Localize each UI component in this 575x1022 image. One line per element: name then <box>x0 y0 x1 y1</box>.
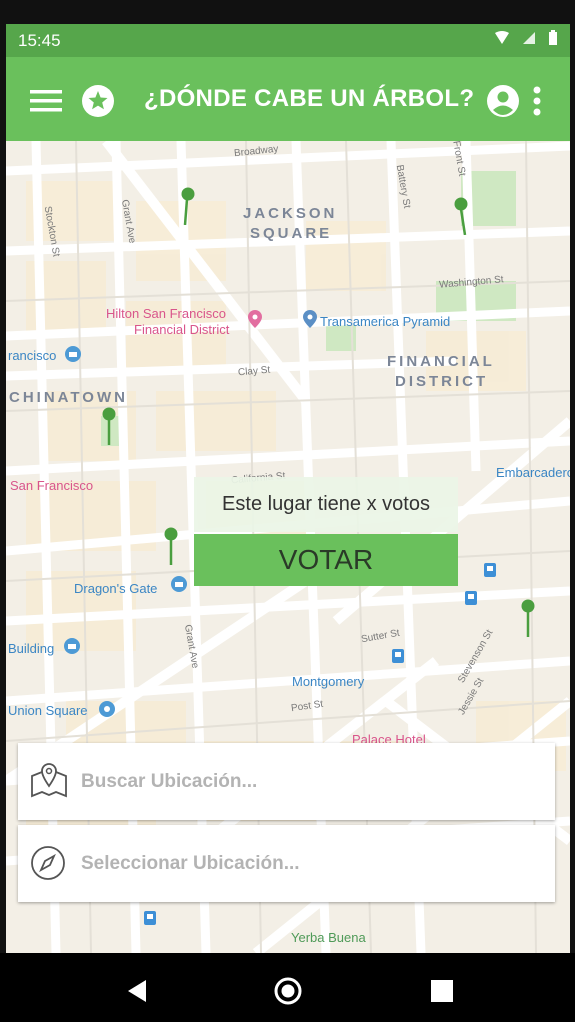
back-icon[interactable] <box>126 979 148 1003</box>
tree-pin-icon[interactable] <box>102 407 116 445</box>
tree-pin-icon[interactable] <box>164 527 178 565</box>
system-nav-bar <box>0 953 575 1022</box>
account-icon[interactable] <box>487 85 519 117</box>
location-marker-icon <box>303 310 317 328</box>
search-location-field[interactable]: Buscar Ubicación... <box>18 743 555 820</box>
attraction-icon <box>171 576 187 592</box>
search-input[interactable]: Buscar Ubicación... <box>81 771 257 793</box>
poi-label: Yerba Buena <box>291 930 366 945</box>
status-time: 15:45 <box>18 31 61 50</box>
select-location-field[interactable]: Seleccionar Ubicación... <box>18 825 555 902</box>
tree-pin-icon[interactable] <box>521 599 535 637</box>
battery-icon <box>549 30 557 45</box>
status-icons <box>494 30 558 46</box>
poi-label: Embarcadero <box>496 465 570 480</box>
app-title: ¿DÓNDE CABE UN ÁRBOL? <box>144 85 475 112</box>
area-label: CHINATOWN <box>9 389 128 406</box>
map-pin-icon <box>31 763 67 798</box>
recents-icon[interactable] <box>431 980 453 1002</box>
tree-pin-icon[interactable] <box>181 187 195 225</box>
app-bar: ¿DÓNDE CABE UN ÁRBOL? <box>6 57 570 141</box>
vote-count-label: Este lugar tiene x votos <box>194 477 458 532</box>
transit-icon <box>465 591 477 605</box>
poi-label: Building <box>8 641 55 656</box>
poi-label: Dragon's Gate <box>74 581 158 596</box>
poi-label: San Francisco <box>10 478 94 493</box>
poi-label: Union Square <box>8 703 88 718</box>
more-vert-icon[interactable] <box>533 86 541 116</box>
compass-icon <box>31 846 65 880</box>
transit-icon <box>144 911 156 925</box>
area-label: DISTRICT <box>395 373 489 390</box>
signal-icon <box>523 32 535 44</box>
transit-icon <box>392 649 404 663</box>
area-label: SQUARE <box>250 225 333 242</box>
poi-label: Montgomery <box>292 674 365 689</box>
device-frame: 15:45 ¿DÓNDE CABE UN ÁRBOL? JACKSON SQUA… <box>0 0 575 1022</box>
location-marker-icon <box>99 701 115 717</box>
wifi-icon <box>495 31 509 44</box>
poi-label: Transamerica Pyramid <box>320 314 451 329</box>
status-bar: 15:45 <box>6 24 570 57</box>
vote-button[interactable]: VOTAR <box>194 534 458 586</box>
select-location-input[interactable]: Seleccionar Ubicación... <box>81 853 300 875</box>
star-icon[interactable] <box>82 85 114 117</box>
poi-label: Financial District <box>134 322 230 337</box>
poi-label: Hilton San Francisco <box>106 306 226 321</box>
tree-pin-icon[interactable] <box>454 197 468 235</box>
hotel-marker-icon <box>248 310 262 328</box>
menu-icon[interactable] <box>30 90 62 112</box>
attraction-icon <box>64 638 80 654</box>
area-label: FINANCIAL <box>387 353 495 370</box>
poi-label: rancisco <box>8 348 57 363</box>
attraction-icon <box>65 346 81 362</box>
home-icon[interactable] <box>273 976 303 1006</box>
area-label: JACKSON <box>243 205 338 222</box>
transit-icon <box>484 563 496 577</box>
